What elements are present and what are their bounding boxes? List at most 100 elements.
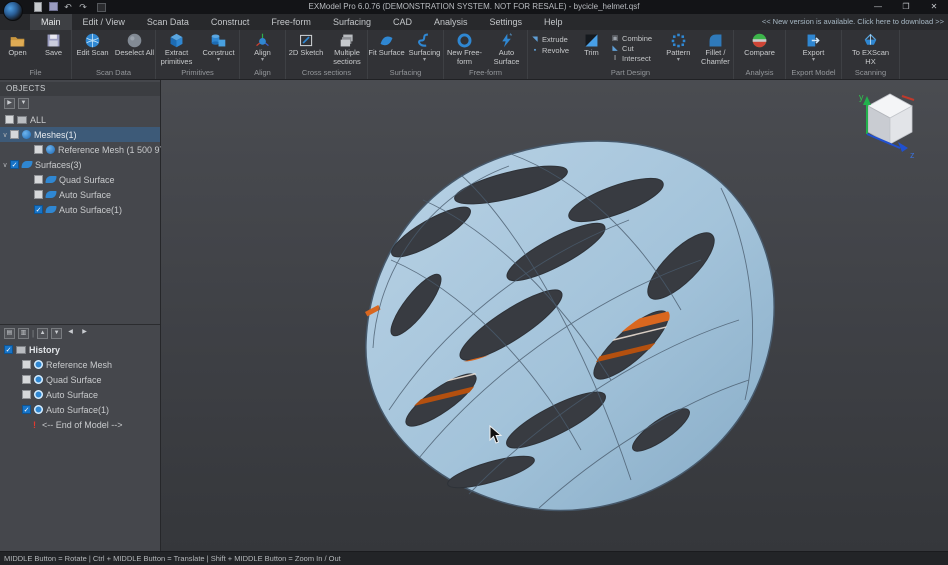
group-label-free-form: Free-form [444,67,527,79]
intersect-button[interactable]: Ⅰ Intersect [608,54,659,63]
chevron-down-icon: ▾ [677,58,680,63]
group-label-file: File [0,67,71,79]
group-label-cross-sections: Cross sections [286,67,367,79]
pattern-icon [670,32,687,49]
history-item-auto-surface-1[interactable]: ✓ Auto Surface(1) [0,402,160,417]
collapse-tree-icon[interactable]: ▼ [18,98,29,109]
tab-edit-view[interactable]: Edit / View [72,14,136,30]
checkbox[interactable] [34,145,43,154]
tab-surfacing[interactable]: Surfacing [322,14,382,30]
pattern-button[interactable]: Pattern ▾ [660,31,697,67]
combine-button[interactable]: ▣ Combine [608,34,659,43]
history-step-icon [34,390,43,399]
fillet-chamfer-button[interactable]: Fillet / Chamfer [698,31,733,67]
surfacing-button[interactable]: Surfacing ▾ [406,31,443,67]
tree-item-reference-mesh[interactable]: Reference Mesh (1 500 970) [0,142,160,157]
helmet-shell[interactable] [366,141,774,511]
tab-help[interactable]: Help [533,14,574,30]
navigation-cube[interactable]: y z [858,88,922,162]
checkbox[interactable]: ✓ [22,405,31,414]
tab-scan-data[interactable]: Scan Data [136,14,200,30]
list-view-icon[interactable]: ▤ [4,328,15,339]
deselect-all-button[interactable]: Deselect All [114,31,155,67]
update-banner-link[interactable]: << New version is available. Click here … [762,14,944,30]
step-down-icon[interactable]: ▼ [51,328,62,339]
history-item-reference-mesh[interactable]: Reference Mesh [0,357,160,372]
new-free-form-button[interactable]: New Free-form [444,31,485,67]
export-button[interactable]: Export ▾ [792,31,836,67]
window-controls: — ❐ ✕ [864,0,948,14]
sketch-icon [298,32,315,49]
step-up-icon[interactable]: ▲ [37,328,48,339]
chevron-down-icon[interactable]: ∨ [0,161,10,169]
2d-sketch-button[interactable]: 2D Sketch [286,31,326,67]
tree-item-surfaces[interactable]: ∨ ✓ Surfaces(3) [0,157,160,172]
window-title: EXModel Pro 6.0.76 (DEMONSTRATION SYSTEM… [0,0,948,14]
ribbon-group-scanning: To EXScan HX Scanning [842,30,900,79]
compare-button[interactable]: Compare [738,31,782,67]
status-bar: MIDDLE Button = Rotate | Ctrl + MIDDLE B… [0,551,948,565]
skip-first-icon[interactable]: ◀ [65,328,76,339]
freeform-ring-icon [456,32,473,49]
history-item-auto-surface[interactable]: Auto Surface [0,387,160,402]
tab-construct[interactable]: Construct [200,14,261,30]
extrude-button[interactable]: ◥ Extrude [528,35,575,44]
surface-icon [45,191,56,198]
checkbox[interactable] [34,190,43,199]
skip-last-icon[interactable]: ▶ [79,328,90,339]
tree-item-auto-surface[interactable]: Auto Surface [0,187,160,202]
menu-tabs: Main Edit / View Scan Data Construct Fre… [30,14,574,30]
edit-scan-button[interactable]: Edit Scan [72,31,113,67]
checkbox[interactable] [22,390,31,399]
list-icon [17,116,27,124]
checkbox[interactable]: ✓ [10,160,19,169]
checkbox[interactable]: ✓ [4,345,13,354]
save-button[interactable]: Save [36,31,71,67]
ribbon-group-part-design: ◥ Extrude ▪ Revolve Trim ▣ Combine [528,30,734,79]
fit-surface-button[interactable]: Fit Surface [368,31,405,67]
chevron-down-icon[interactable]: ∨ [0,131,10,139]
checkbox[interactable] [22,360,31,369]
checkbox[interactable]: ✓ [34,205,43,214]
tree-item-quad-surface[interactable]: Quad Surface [0,172,160,187]
construct-button[interactable]: Construct ▾ [198,31,239,67]
app-logo-icon[interactable] [3,1,23,21]
tree-view-icon[interactable]: ▥ [18,328,29,339]
history-root-item[interactable]: ✓ History [0,342,160,357]
checkbox[interactable] [5,115,14,124]
cut-button[interactable]: ◣ Cut [608,44,659,53]
tab-settings[interactable]: Settings [479,14,534,30]
3d-viewport[interactable]: y z [161,80,948,551]
revolve-icon: ▪ [531,47,539,55]
tree-item-all[interactable]: ALL [0,112,160,127]
tab-analysis[interactable]: Analysis [423,14,479,30]
group-label-scanning: Scanning [842,67,899,79]
tree-item-meshes[interactable]: ∨ Meshes(1) [0,127,160,142]
multiple-sections-button[interactable]: Multiple sections [327,31,367,67]
align-button[interactable]: Align ▾ [241,31,285,67]
trim-button[interactable]: Trim [576,31,607,67]
minimize-button[interactable]: — [864,0,892,14]
extract-primitives-button[interactable]: Extract primitives [156,31,197,67]
to-exscan-hx-button[interactable]: To EXScan HX [849,31,893,67]
open-button[interactable]: Open [0,31,35,67]
auto-surface-button[interactable]: Auto Surface [486,31,527,67]
cut-icon: ◣ [611,45,619,53]
close-button[interactable]: ✕ [920,0,948,14]
expand-tree-icon[interactable]: ▶ [4,98,15,109]
maximize-button[interactable]: ❐ [892,0,920,14]
checkbox[interactable] [22,375,31,384]
mesh-icon [46,145,55,154]
checkbox[interactable] [10,130,19,139]
scan-sphere-icon [84,32,101,49]
tree-item-auto-surface-1[interactable]: ✓ Auto Surface(1) [0,202,160,217]
group-label-analysis: Analysis [734,67,785,79]
history-item-quad-surface[interactable]: Quad Surface [0,372,160,387]
tab-main[interactable]: Main [30,14,72,30]
tab-free-form[interactable]: Free-form [260,14,322,30]
history-step-icon [34,375,43,384]
tab-cad[interactable]: CAD [382,14,423,30]
revolve-button[interactable]: ▪ Revolve [528,46,575,55]
helmet-3d-model[interactable] [161,80,948,551]
checkbox[interactable] [34,175,43,184]
